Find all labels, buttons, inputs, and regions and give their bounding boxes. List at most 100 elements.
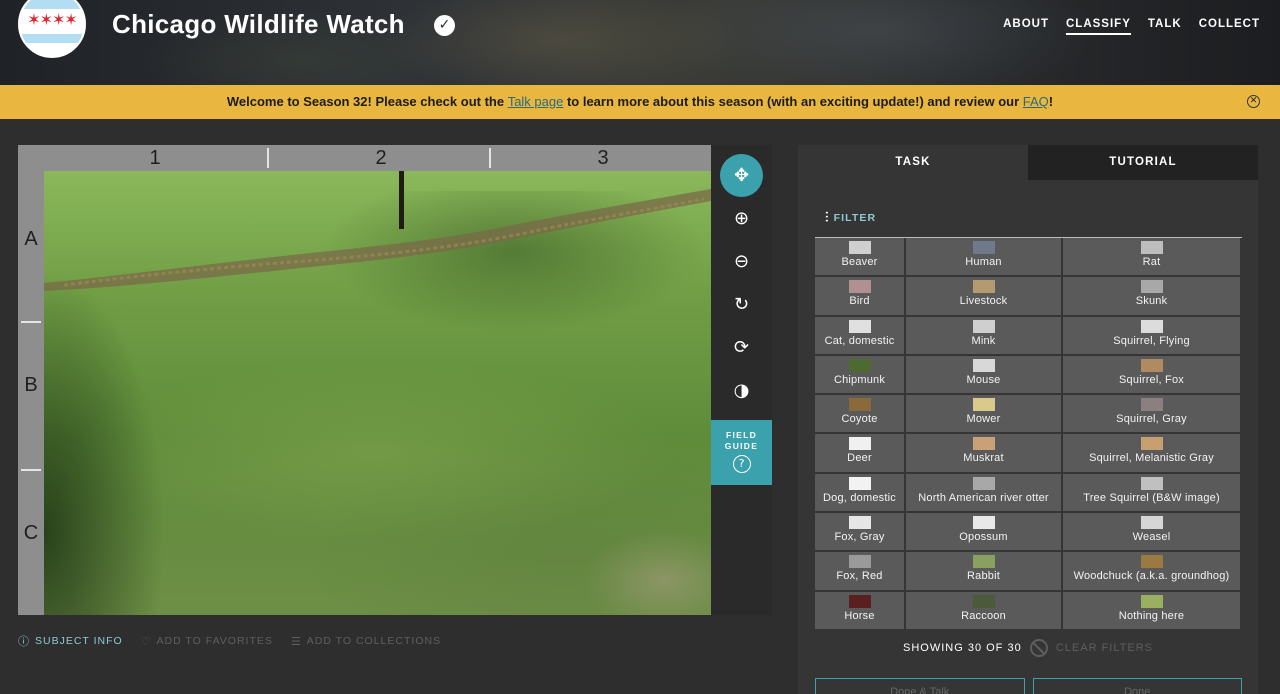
species-choice[interactable]: Mower bbox=[906, 395, 1063, 435]
species-choice[interactable]: Coyote bbox=[815, 395, 906, 435]
species-choice[interactable]: Cat, domestic bbox=[815, 316, 906, 356]
species-label: Mouse bbox=[966, 373, 1001, 386]
species-choice[interactable]: Bird bbox=[815, 277, 906, 317]
species-choice[interactable]: Skunk bbox=[1063, 277, 1242, 317]
nav-collect[interactable]: COLLECT bbox=[1199, 18, 1260, 35]
species-label: Mower bbox=[966, 413, 1001, 426]
species-thumbnail bbox=[1140, 594, 1163, 608]
species-label: Bird bbox=[849, 295, 870, 308]
announcement-text: ! bbox=[1048, 94, 1054, 109]
species-choice[interactable]: Deer bbox=[815, 434, 906, 474]
flag-stripe bbox=[20, 0, 84, 9]
species-choice[interactable]: Tree Squirrel (B&W image) bbox=[1063, 473, 1242, 514]
species-thumbnail bbox=[972, 241, 995, 254]
grid-divider bbox=[489, 148, 491, 168]
species-label: Weasel bbox=[1132, 531, 1171, 544]
tab-tutorial[interactable]: TUTORIAL bbox=[1028, 145, 1258, 180]
task-tabs: TASK TUTORIAL bbox=[798, 145, 1258, 180]
filter-button[interactable]: ⫶ FILTER bbox=[825, 210, 876, 226]
close-icon[interactable]: ✕ bbox=[1247, 95, 1260, 108]
species-choice[interactable]: Mink bbox=[906, 316, 1063, 356]
subject-info-button[interactable]: ⓘ SUBJECT INFO bbox=[18, 633, 123, 649]
species-thumbnail bbox=[848, 319, 871, 333]
done-and-talk-button[interactable]: Done & Talk bbox=[815, 678, 1025, 694]
species-choice[interactable]: Squirrel, Flying bbox=[1063, 316, 1242, 356]
add-to-collections-button[interactable]: ☰ ADD TO COLLECTIONS bbox=[291, 633, 441, 649]
species-thumbnail bbox=[848, 241, 871, 254]
flag-stars: ✶✶✶✶ bbox=[27, 10, 78, 29]
talk-page-link[interactable]: Talk page bbox=[508, 94, 564, 109]
species-thumbnail bbox=[1140, 398, 1163, 412]
species-choice[interactable]: Squirrel, Fox bbox=[1063, 355, 1242, 396]
species-thumbnail bbox=[1140, 241, 1163, 254]
task-panel: TASK TUTORIAL ⫶ FILTER Beaver Human Rat Bir… bbox=[798, 145, 1258, 694]
species-thumbnail bbox=[972, 594, 995, 608]
species-choice[interactable]: Mouse bbox=[906, 355, 1063, 396]
species-thumbnail bbox=[972, 398, 995, 412]
faq-link[interactable]: FAQ bbox=[1023, 94, 1049, 109]
species-choice[interactable]: Raccoon bbox=[906, 591, 1063, 631]
grid-column-label: 1 bbox=[149, 147, 161, 169]
nav-talk[interactable]: TALK bbox=[1148, 18, 1182, 35]
add-to-favorites-button[interactable]: ♡ ADD TO FAVORITES bbox=[141, 633, 273, 649]
species-choice[interactable]: Chipmunk bbox=[815, 355, 906, 396]
species-thumbnail bbox=[1140, 358, 1163, 372]
zoom-in-icon[interactable]: ⊕ bbox=[720, 197, 763, 240]
species-label: Rat bbox=[1142, 256, 1161, 268]
image-toolbar: ✥ ⊕ ⊖ ↻ ⟳ ◑ bbox=[711, 145, 772, 615]
site-header: ✶✶✶✶ Chicago Wildlife Watch ✓ ABOUT CLAS… bbox=[0, 0, 1280, 85]
species-thumbnail bbox=[1140, 555, 1163, 569]
species-choice[interactable]: Livestock bbox=[906, 277, 1063, 317]
rotate-icon[interactable]: ↻ bbox=[720, 283, 763, 326]
species-choice[interactable]: Nothing here bbox=[1063, 591, 1242, 631]
species-thumbnail bbox=[1140, 280, 1163, 294]
subject-image[interactable] bbox=[44, 171, 711, 615]
species-choices: Beaver Human Rat Bird Livestock Skunk Cat, dom… bbox=[815, 237, 1242, 631]
species-label: Muskrat bbox=[963, 452, 1004, 465]
species-label: Squirrel, Fox bbox=[1119, 373, 1184, 386]
species-label: Beaver bbox=[841, 256, 878, 268]
species-thumbnail bbox=[1140, 437, 1163, 451]
species-choice[interactable]: Squirrel, Gray bbox=[1063, 395, 1242, 435]
move-icon[interactable]: ✥ bbox=[720, 154, 763, 197]
species-choice[interactable]: North American river otter bbox=[906, 473, 1063, 514]
field-guide-button[interactable]: FIELD GUIDE ? bbox=[711, 420, 772, 485]
species-label: Deer bbox=[847, 452, 872, 465]
done-button[interactable]: Done bbox=[1032, 678, 1242, 694]
grid-row-labels: A B C bbox=[18, 171, 44, 615]
species-choice[interactable]: Weasel bbox=[1063, 513, 1242, 553]
reset-icon[interactable]: ⟳ bbox=[720, 326, 763, 369]
nav-about[interactable]: ABOUT bbox=[1003, 18, 1049, 35]
species-thumbnail bbox=[972, 280, 995, 294]
project-nav: ABOUT CLASSIFY TALK COLLECT bbox=[1003, 18, 1260, 35]
info-icon: ⓘ bbox=[18, 635, 30, 648]
species-label: Rabbit bbox=[967, 570, 1000, 583]
grid-column-labels: 1 2 3 bbox=[44, 145, 711, 171]
species-choice[interactable]: Muskrat bbox=[906, 434, 1063, 474]
invert-icon[interactable]: ◑ bbox=[720, 369, 763, 412]
species-choice[interactable]: Woodchuck (a.k.a. groundhog) bbox=[1063, 552, 1242, 592]
species-choice[interactable]: Rat bbox=[1063, 238, 1242, 278]
species-thumbnail bbox=[972, 555, 995, 569]
species-choice[interactable]: Opossum bbox=[906, 513, 1063, 553]
species-thumbnail bbox=[848, 437, 871, 451]
species-choice[interactable]: Horse bbox=[815, 591, 906, 631]
filter-status: SHOWING 30 OF 30 CLEAR FILTERS bbox=[798, 639, 1258, 657]
species-choice[interactable]: Dog, domestic bbox=[815, 473, 906, 514]
grid-row-label: C bbox=[23, 522, 39, 544]
clear-filters-button[interactable]: CLEAR FILTERS bbox=[1056, 642, 1153, 654]
nav-classify[interactable]: CLASSIFY bbox=[1066, 18, 1131, 35]
species-label: Dog, domestic bbox=[823, 491, 896, 504]
zoom-out-icon[interactable]: ⊖ bbox=[720, 240, 763, 283]
species-choice[interactable]: Rabbit bbox=[906, 552, 1063, 592]
project-title[interactable]: Chicago Wildlife Watch bbox=[112, 9, 405, 40]
species-choice[interactable]: Fox, Red bbox=[815, 552, 906, 592]
tab-task[interactable]: TASK bbox=[798, 145, 1028, 180]
species-choice[interactable]: Fox, Gray bbox=[815, 513, 906, 553]
species-choice[interactable]: Human bbox=[906, 238, 1063, 278]
species-choice[interactable]: Beaver bbox=[815, 238, 906, 278]
announcement-text: to learn more about this season (with an… bbox=[563, 94, 1023, 109]
species-label: Chipmunk bbox=[833, 373, 886, 386]
bare-soil bbox=[564, 501, 711, 615]
species-choice[interactable]: Squirrel, Melanistic Gray bbox=[1063, 434, 1242, 474]
